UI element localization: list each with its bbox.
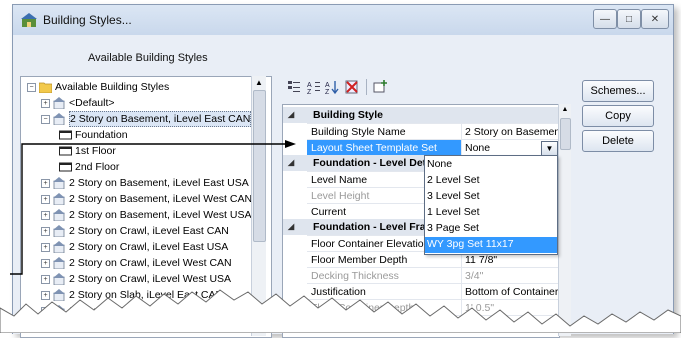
- property-toolbar: AZ AZ: [282, 76, 552, 98]
- schemes-button[interactable]: Schemes...: [582, 80, 654, 102]
- template-set-dropdown-list[interactable]: None 2 Level Set 3 Level Set 1 Level Set 3 P…: [424, 155, 558, 255]
- scroll-up-icon[interactable]: ▲: [254, 78, 264, 88]
- tree-item[interactable]: 1st Floor: [21, 143, 271, 159]
- close-button[interactable]: ✕: [641, 9, 669, 29]
- svg-text:A: A: [307, 82, 312, 89]
- tree-item-label: 2 Story on Crawl, iLevel West CAN: [69, 257, 232, 269]
- dropdown-option[interactable]: 3 Level Set: [425, 189, 557, 205]
- property-name: Decking Thickness: [311, 270, 399, 282]
- tree-item-label: Available Building Styles: [55, 81, 170, 93]
- building-icon: [53, 225, 66, 238]
- tree-item-label: Foundation: [75, 129, 128, 141]
- tree-item[interactable]: +2 Story on Crawl, iLevel West CAN: [21, 255, 271, 271]
- title-bar[interactable]: Building Styles... — □ ✕: [13, 5, 673, 35]
- building-icon: [53, 241, 66, 254]
- collapse-icon[interactable]: −: [27, 83, 36, 92]
- dropdown-option[interactable]: 2 Level Set: [425, 173, 557, 189]
- torn-edge-decoration: [0, 289, 681, 333]
- expand-icon[interactable]: +: [41, 275, 50, 284]
- level-icon: [59, 145, 72, 157]
- dropdown-option[interactable]: None: [425, 157, 557, 173]
- tree-item[interactable]: 2nd Floor: [21, 159, 271, 175]
- property-name: Layout Sheet Template Set: [307, 140, 461, 156]
- folder-icon: [38, 81, 53, 94]
- tree-item[interactable]: + <Default>: [21, 95, 271, 111]
- panel-title: Available Building Styles: [88, 52, 208, 64]
- svg-text:Z: Z: [307, 89, 312, 95]
- grid-section-label: Building Style: [313, 109, 384, 121]
- tree-item[interactable]: Foundation: [21, 127, 271, 143]
- tree-item-label: 1st Floor: [75, 145, 116, 157]
- building-app-icon: [21, 13, 37, 27]
- collapse-triangle-icon[interactable]: ◢: [288, 219, 294, 235]
- collapse-icon[interactable]: −: [41, 115, 50, 124]
- grid-property-row[interactable]: Building Style Name 2 Story on Basement: [307, 123, 559, 140]
- delete-icon[interactable]: [344, 79, 360, 95]
- building-icon: [53, 209, 66, 222]
- window-title: Building Styles...: [43, 13, 132, 27]
- tree-item-label: <Default>: [69, 97, 115, 109]
- expand-icon[interactable]: +: [41, 179, 50, 188]
- level-icon: [59, 129, 72, 141]
- grid-scroll-thumb[interactable]: [560, 118, 571, 150]
- building-icon: [53, 177, 66, 190]
- building-icon: [53, 193, 66, 206]
- tree-item[interactable]: +2 Story on Crawl, iLevel West USA: [21, 271, 271, 287]
- tree-item[interactable]: +2 Story on Basement, iLevel West USA: [21, 207, 271, 223]
- expand-icon[interactable]: +: [41, 243, 50, 252]
- collapse-triangle-icon[interactable]: ◢: [288, 155, 294, 171]
- building-icon: [53, 257, 66, 270]
- tree-item[interactable]: − 2 Story on Basement, iLevel East CAN: [21, 111, 271, 127]
- tree-item[interactable]: +2 Story on Crawl, iLevel East CAN: [21, 223, 271, 239]
- building-icon: [53, 113, 66, 126]
- minimize-button[interactable]: —: [593, 9, 617, 29]
- column-divider: [461, 140, 462, 156]
- scroll-up-icon[interactable]: ▲: [560, 106, 570, 116]
- dropdown-option[interactable]: 1 Level Set: [425, 205, 557, 221]
- property-value[interactable]: 2 Story on Basement: [465, 124, 559, 140]
- tree-item[interactable]: +2 Story on Basement, iLevel East USA: [21, 175, 271, 191]
- property-name: Building Style Name: [311, 126, 406, 138]
- tree-scroll-thumb[interactable]: [253, 90, 266, 242]
- tree-item-label: 2 Story on Crawl, iLevel East CAN: [69, 225, 229, 237]
- tree-item[interactable]: +2 Story on Basement, iLevel West CAN: [21, 191, 271, 207]
- collapse-triangle-icon[interactable]: ◢: [288, 107, 294, 123]
- tree-item[interactable]: +2 Story on Crawl, iLevel East USA: [21, 239, 271, 255]
- tree-item-label: 2 Story on Basement, iLevel West CAN: [69, 193, 253, 205]
- dropdown-option[interactable]: WY 3pg Set 11x17: [425, 237, 557, 253]
- building-icon: [53, 97, 66, 110]
- delete-button[interactable]: Delete: [582, 130, 654, 152]
- tree-item-label: 2nd Floor: [75, 161, 120, 173]
- grid-property-row[interactable]: Layout Sheet Template Set None ▼: [307, 139, 559, 156]
- expand-icon[interactable]: +: [41, 195, 50, 204]
- toolbar-divider: [366, 79, 367, 95]
- property-value[interactable]: 3/4": [465, 268, 559, 284]
- new-icon[interactable]: [372, 79, 388, 95]
- expand-icon[interactable]: +: [41, 211, 50, 220]
- sort-az-icon[interactable]: AZ: [324, 79, 340, 96]
- expand-icon[interactable]: +: [41, 99, 50, 108]
- copy-button[interactable]: Copy: [582, 105, 654, 127]
- alphabetical-icon[interactable]: AZ: [306, 79, 322, 96]
- dropdown-option[interactable]: 3 Page Set: [425, 221, 557, 237]
- column-divider: [461, 268, 462, 284]
- tree-item-label: 2 Story on Crawl, iLevel West USA: [69, 273, 232, 285]
- categorized-icon[interactable]: [286, 79, 302, 95]
- expand-icon[interactable]: +: [41, 259, 50, 268]
- level-icon: [59, 161, 72, 173]
- grid-property-row[interactable]: Decking Thickness 3/4": [307, 267, 559, 284]
- maximize-button[interactable]: □: [617, 9, 641, 29]
- tree-item-label: 2 Story on Basement, iLevel East USA: [69, 177, 249, 189]
- svg-text:A: A: [325, 82, 330, 89]
- tree-item-label: 2 Story on Basement, iLevel West USA: [69, 209, 252, 221]
- building-icon: [53, 273, 66, 286]
- tree-item-label: 2 Story on Crawl, iLevel East USA: [69, 241, 229, 253]
- tree-item[interactable]: − Available Building Styles: [21, 79, 271, 95]
- column-divider: [461, 124, 462, 140]
- tree-item-label: 2 Story on Basement, iLevel East CAN: [69, 111, 252, 127]
- grid-section-header[interactable]: ◢ Building Style: [283, 107, 559, 123]
- svg-text:Z: Z: [325, 89, 330, 95]
- expand-icon[interactable]: +: [41, 227, 50, 236]
- dropdown-arrow-icon[interactable]: ▼: [541, 141, 558, 156]
